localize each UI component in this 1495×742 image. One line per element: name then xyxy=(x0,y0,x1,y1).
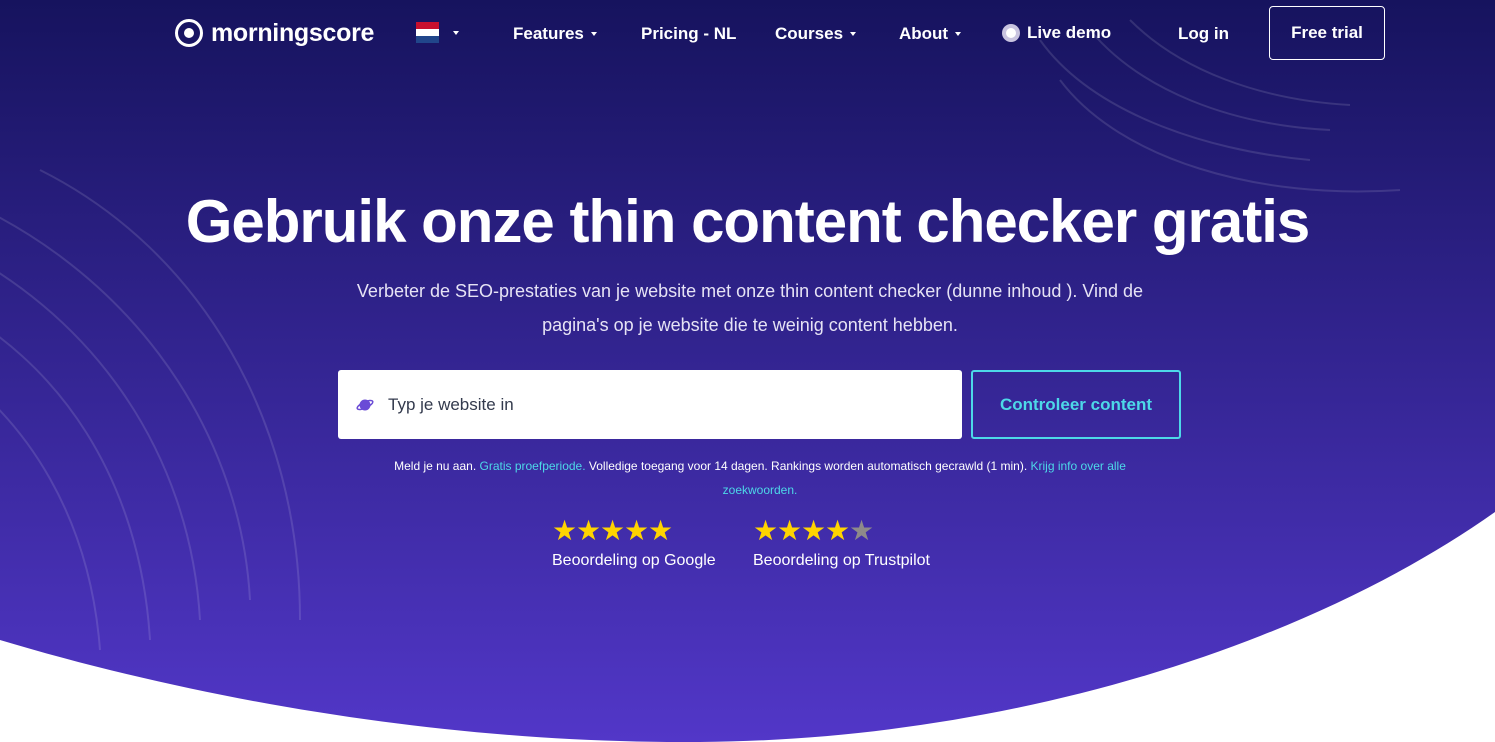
page-title: Gebruik onze thin content checker gratis xyxy=(185,188,1311,255)
signup-note: Meld je nu aan. Gratis proefperiode. Vol… xyxy=(360,454,1160,502)
trustpilot-rating: ★ ★ ★ ★ ★ Beoordeling op Trustpilot xyxy=(753,515,930,570)
chevron-down-icon xyxy=(453,30,459,35)
check-content-button[interactable]: Controleer content xyxy=(971,370,1181,439)
website-search-box[interactable] xyxy=(338,370,962,439)
chevron-down-icon xyxy=(955,32,962,36)
logo-circle-icon xyxy=(175,19,203,47)
nav-live-demo-label: Live demo xyxy=(1027,23,1112,42)
nav-features[interactable]: Features xyxy=(513,24,597,44)
page: morningscore Features Pricing - NL Cours… xyxy=(0,0,1495,742)
language-selector[interactable] xyxy=(416,22,459,43)
netherlands-flag-icon xyxy=(416,22,439,43)
star-filled-icon: ★ xyxy=(624,515,650,546)
nav-pricing-label: Pricing - NL xyxy=(641,24,737,43)
google-rating-label: Beoordeling op Google xyxy=(552,552,716,569)
login-label: Log in xyxy=(1178,24,1229,43)
star-filled-icon: ★ xyxy=(825,515,851,546)
chevron-down-icon xyxy=(850,32,857,36)
free-trial-button[interactable]: Free trial xyxy=(1269,6,1385,60)
star-filled-icon: ★ xyxy=(753,515,779,546)
star-empty-icon: ★ xyxy=(849,515,875,546)
nav-pricing[interactable]: Pricing - NL xyxy=(641,24,736,44)
signup-note-middle: Volledige toegang voor 14 dagen. Ranking… xyxy=(585,459,1031,473)
star-filled-icon: ★ xyxy=(777,515,803,546)
star-filled-icon: ★ xyxy=(801,515,827,546)
top-navigation: morningscore Features Pricing - NL Cours… xyxy=(0,0,1495,68)
google-stars: ★ ★ ★ ★ ★ xyxy=(552,515,716,546)
trustpilot-rating-label: Beoordeling op Trustpilot xyxy=(753,552,930,569)
logo-text: morningscore xyxy=(211,18,375,47)
signup-note-prefix: Meld je nu aan. xyxy=(394,459,480,473)
nav-live-demo[interactable]: Live demo xyxy=(1002,23,1111,43)
star-filled-icon: ★ xyxy=(600,515,626,546)
nav-courses-label: Courses xyxy=(775,24,844,43)
hero-subtitle: Verbeter de SEO-prestaties van je websit… xyxy=(356,281,1144,335)
trustpilot-stars: ★ ★ ★ ★ ★ xyxy=(753,515,930,546)
star-filled-icon: ★ xyxy=(576,515,602,546)
planet-icon xyxy=(356,399,374,410)
live-dot-icon xyxy=(1002,24,1020,42)
star-filled-icon: ★ xyxy=(552,515,578,546)
nav-about-label: About xyxy=(899,24,949,43)
login-link[interactable]: Log in xyxy=(1178,24,1229,44)
logo[interactable]: morningscore xyxy=(175,15,374,51)
website-input[interactable] xyxy=(386,393,930,416)
star-filled-icon: ★ xyxy=(648,515,674,546)
nav-features-label: Features xyxy=(513,24,584,43)
google-rating: ★ ★ ★ ★ ★ Beoordeling op Google xyxy=(552,515,716,570)
free-trial-link[interactable]: Gratis proefperiode. xyxy=(480,459,586,473)
nav-courses[interactable]: Courses xyxy=(775,24,857,44)
nav-about[interactable]: About xyxy=(899,24,962,44)
chevron-down-icon xyxy=(590,32,597,36)
